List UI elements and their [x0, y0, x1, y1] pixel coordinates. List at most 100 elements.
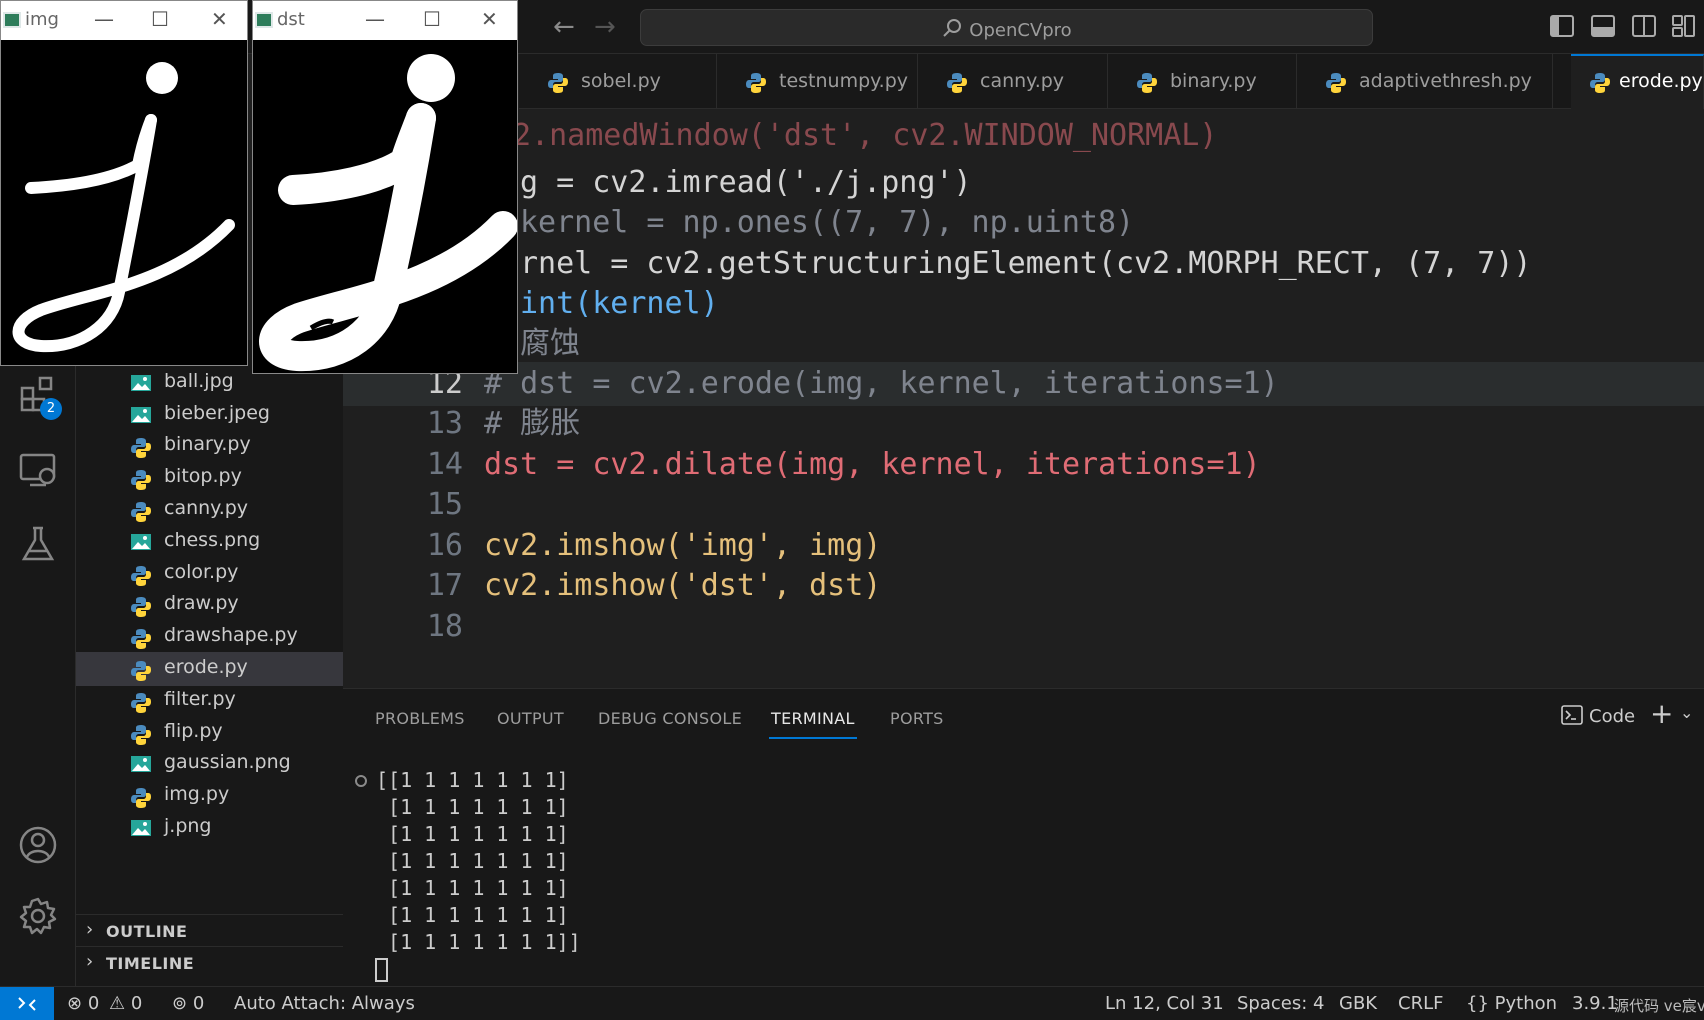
- python-file-icon: [130, 596, 152, 622]
- image-file-icon: [130, 755, 152, 777]
- terminal-profile-button[interactable]: Code: [1561, 705, 1635, 727]
- chevron-right-icon: ›: [86, 919, 94, 940]
- tab-label: sobel.py: [581, 70, 661, 92]
- file-item[interactable]: bieber.jpeg: [76, 398, 343, 432]
- command-center-search[interactable]: OpenCVpro: [640, 9, 1373, 46]
- watermark: 源代码 ve宸ve: [1614, 997, 1704, 1015]
- tab-output[interactable]: OUTPUT: [497, 709, 564, 728]
- search-icon: [943, 19, 962, 37]
- line-number: 18: [426, 609, 463, 644]
- file-item[interactable]: flip.py: [76, 716, 343, 750]
- outline-section[interactable]: › OUTLINE: [76, 914, 343, 946]
- code-line: rnel = cv2.getStructuringElement(cv2.MOR…: [343, 242, 1704, 286]
- file-name: erode.py: [164, 656, 248, 678]
- terminal-line: [[1 1 1 1 1 1 1]: [376, 768, 569, 792]
- line-number: 14: [426, 447, 463, 482]
- file-name: ball.jpg: [164, 370, 234, 392]
- file-item[interactable]: bitop.py: [76, 461, 343, 495]
- code-line: 腐蚀: [343, 322, 1704, 366]
- testing-icon[interactable]: [18, 524, 58, 564]
- code-editor[interactable]: 2.namedWindow('dst', cv2.WINDOW_NORMAL) …: [343, 110, 1704, 688]
- opencv-window-img[interactable]: img — ☐ ✕: [0, 0, 248, 366]
- tab-label: adaptivethresh.py: [1359, 70, 1532, 92]
- python-file-icon: [130, 628, 152, 654]
- toggle-primary-sidebar-icon[interactable]: [1550, 15, 1574, 37]
- python-file-icon: [130, 469, 152, 495]
- extensions-badge: 2: [40, 398, 62, 420]
- code-line: 18: [343, 605, 1704, 649]
- back-arrow-icon[interactable]: ←: [553, 12, 575, 42]
- close-icon[interactable]: ✕: [481, 7, 498, 31]
- file-name: drawshape.py: [164, 624, 298, 646]
- tab-label: canny.py: [980, 70, 1065, 92]
- code-line: 16 cv2.imshow('img', img): [343, 524, 1704, 568]
- code-line: 17 cv2.imshow('dst', dst): [343, 564, 1704, 608]
- terminal-output[interactable]: [[1 1 1 1 1 1 1] [1 1 1 1 1 1 1] [1 1 1 …: [376, 767, 976, 956]
- minimize-icon[interactable]: —: [365, 7, 385, 31]
- code-line: 15: [343, 483, 1704, 527]
- customize-layout-icon[interactable]: [1672, 15, 1696, 37]
- timeline-section[interactable]: › TIMELINE: [76, 946, 343, 978]
- toggle-panel-icon[interactable]: [1591, 15, 1615, 37]
- close-icon[interactable]: ✕: [211, 7, 228, 31]
- maximize-icon[interactable]: ☐: [151, 7, 169, 31]
- file-item[interactable]: filter.py: [76, 684, 343, 718]
- braces-icon: {}: [1466, 993, 1489, 1014]
- file-item[interactable]: canny.py: [76, 493, 343, 527]
- opencv-window-dst[interactable]: dst — ☐ ✕: [252, 0, 518, 374]
- cursor-position[interactable]: Ln 12, Col 31: [1105, 993, 1224, 1014]
- line-number: 15: [426, 487, 463, 522]
- encoding-status[interactable]: GBK: [1339, 993, 1377, 1014]
- file-item[interactable]: drawshape.py: [76, 620, 343, 654]
- code-line: 2.namedWindow('dst', cv2.WINDOW_NORMAL): [343, 114, 1704, 158]
- tab-testnumpy[interactable]: testnumpy.py: [717, 54, 918, 109]
- chevron-down-icon[interactable]: ⌄: [1680, 703, 1693, 722]
- settings-gear-icon[interactable]: [18, 896, 58, 936]
- file-item[interactable]: binary.py: [76, 429, 343, 463]
- toggle-secondary-sidebar-icon[interactable]: [1632, 15, 1656, 37]
- opencv-window-icon: [3, 12, 21, 28]
- code-text: # 膨胀: [484, 406, 581, 441]
- tab-terminal[interactable]: TERMINAL: [771, 709, 855, 728]
- file-name: j.png: [164, 815, 212, 837]
- file-item[interactable]: j.png: [76, 811, 343, 845]
- new-terminal-icon[interactable]: +: [1650, 697, 1673, 730]
- tab-adaptivethresh[interactable]: adaptivethresh.py: [1297, 54, 1553, 109]
- eol-status[interactable]: CRLF: [1398, 993, 1443, 1014]
- file-item[interactable]: img.py: [76, 779, 343, 813]
- ports-status[interactable]: ⊚ 0: [172, 993, 204, 1014]
- tab-ports[interactable]: PORTS: [890, 709, 944, 728]
- code-text: rnel = cv2.getStructuringElement(cv2.MOR…: [520, 246, 1532, 281]
- window-titlebar[interactable]: dst — ☐ ✕: [253, 1, 517, 40]
- indentation-status[interactable]: Spaces: 4: [1237, 993, 1324, 1014]
- terminal-line: [1 1 1 1 1 1 1]: [376, 903, 569, 927]
- file-item[interactable]: draw.py: [76, 588, 343, 622]
- tab-sobel[interactable]: sobel.py: [519, 54, 717, 109]
- auto-attach-status[interactable]: Auto Attach: Always: [234, 993, 415, 1014]
- tab-erode[interactable]: erode.py: [1571, 54, 1704, 109]
- file-item[interactable]: gaussian.png: [76, 747, 343, 781]
- python-file-icon: [1326, 73, 1346, 93]
- tab-canny[interactable]: canny.py: [918, 54, 1108, 109]
- tab-debug-console[interactable]: DEBUG CONSOLE: [598, 709, 742, 728]
- file-name: canny.py: [164, 497, 249, 519]
- maximize-icon[interactable]: ☐: [423, 7, 441, 31]
- account-icon[interactable]: [18, 825, 58, 865]
- language-mode[interactable]: {} Python: [1466, 993, 1557, 1014]
- remote-indicator[interactable]: [0, 987, 54, 1020]
- tab-binary[interactable]: binary.py: [1108, 54, 1297, 109]
- error-count: 0: [87, 993, 100, 1014]
- python-interpreter[interactable]: 3.9.1: [1572, 993, 1618, 1014]
- tab-label: binary.py: [1170, 70, 1257, 92]
- file-item[interactable]: chess.png: [76, 525, 343, 559]
- window-titlebar[interactable]: img — ☐ ✕: [1, 1, 247, 40]
- remote-explorer-icon[interactable]: [18, 450, 58, 490]
- forward-arrow-icon[interactable]: →: [594, 12, 616, 42]
- minimize-icon[interactable]: —: [94, 7, 114, 31]
- problems-status[interactable]: ⊗ 0 ⚠ 0: [67, 993, 142, 1014]
- file-name: filter.py: [164, 688, 236, 710]
- broadcast-icon: ⊚: [172, 993, 188, 1014]
- file-item[interactable]: erode.py: [76, 652, 343, 686]
- tab-problems[interactable]: PROBLEMS: [375, 709, 465, 728]
- file-item[interactable]: color.py: [76, 557, 343, 591]
